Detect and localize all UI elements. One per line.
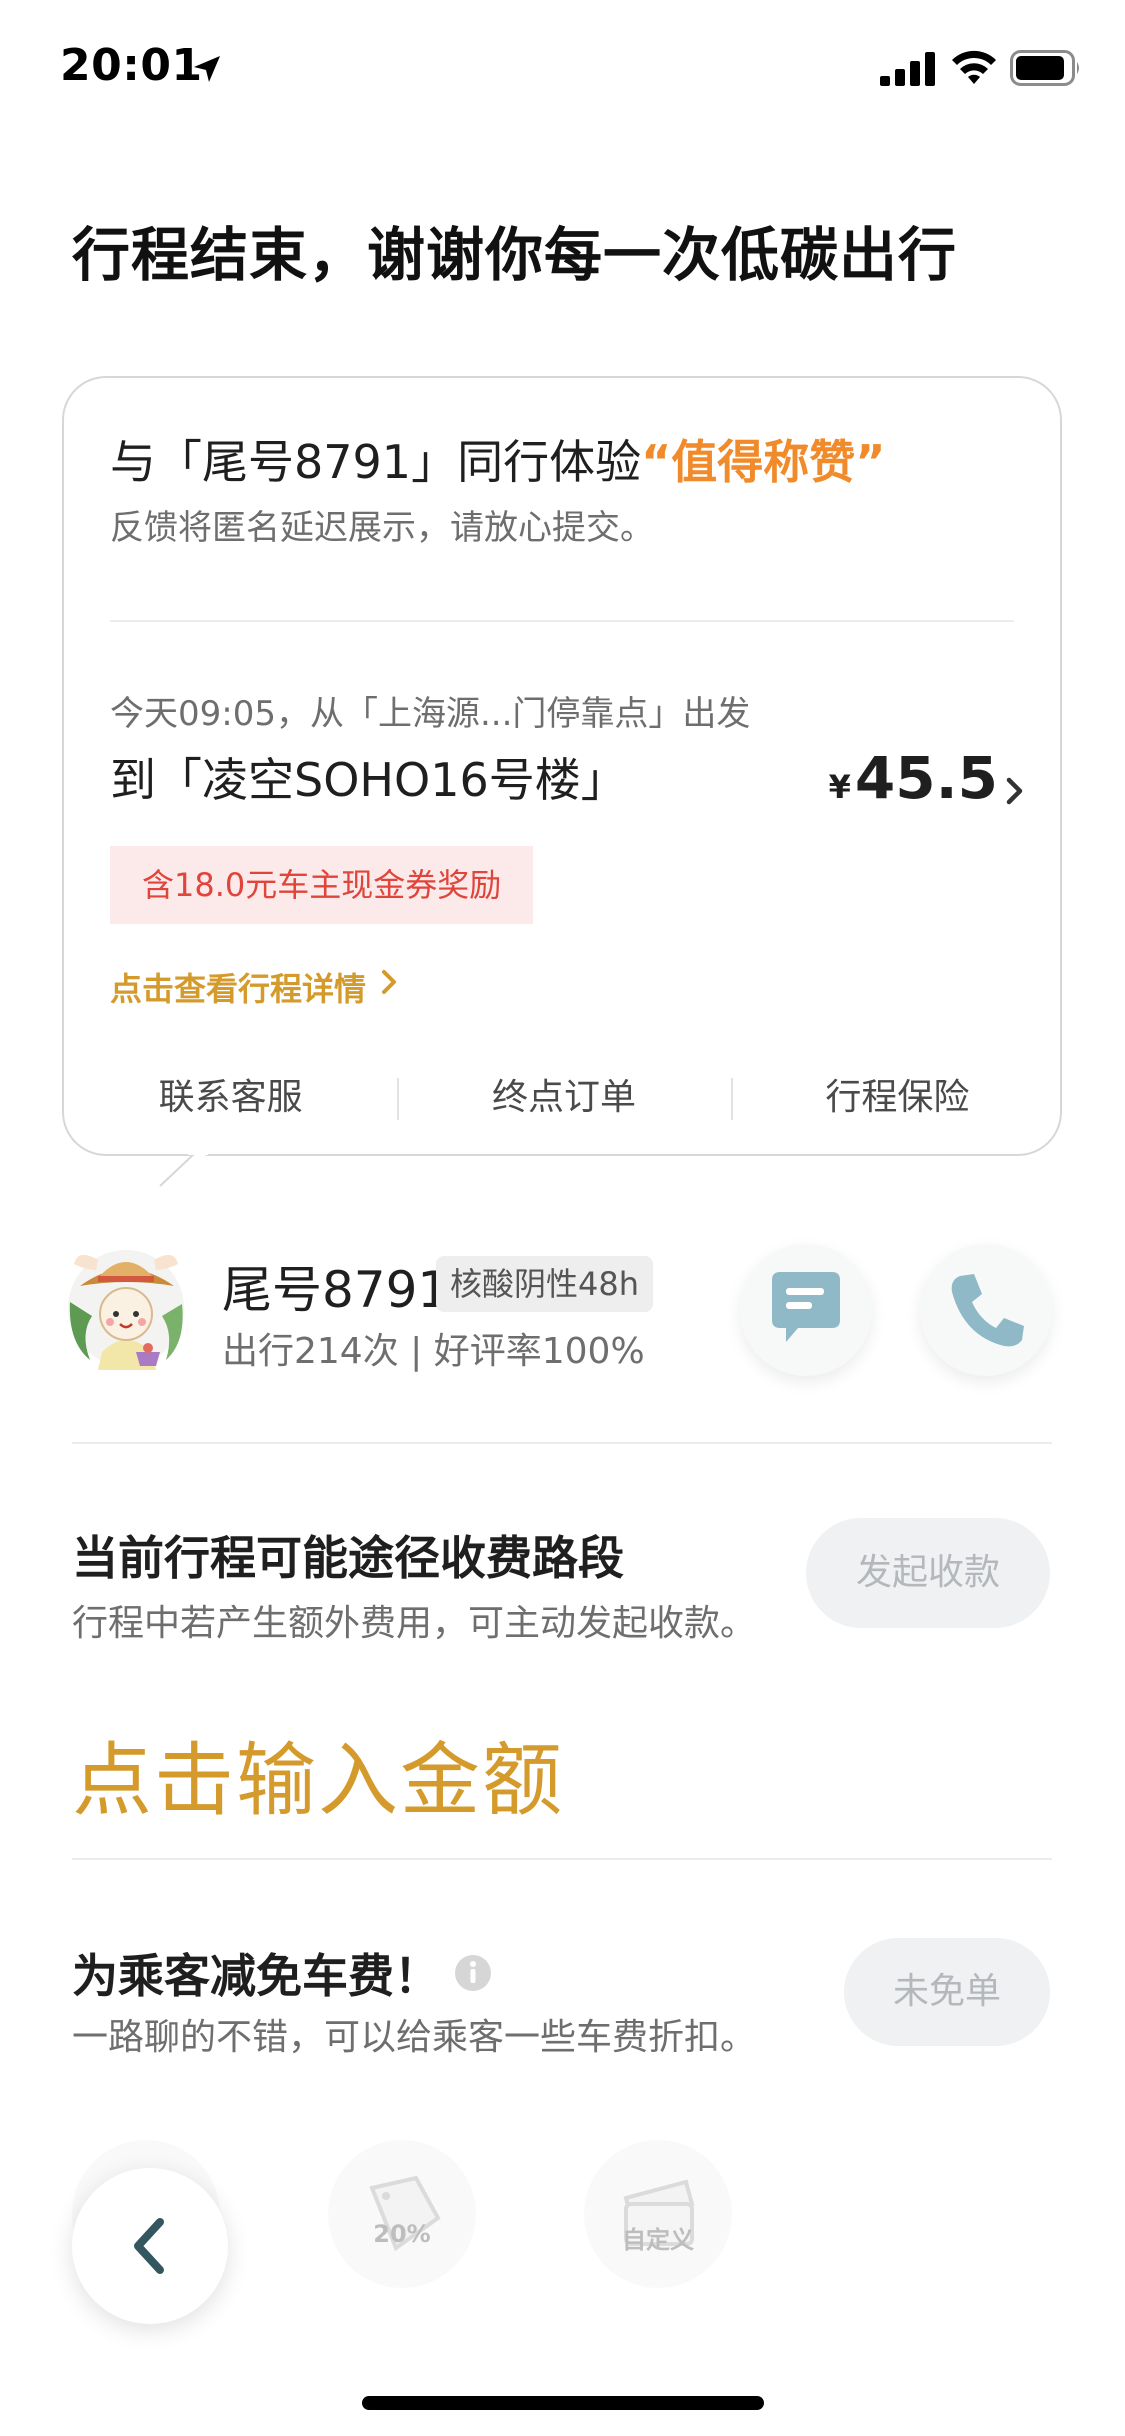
card-bubble-tail [159,1152,208,1187]
back-button[interactable] [72,2168,228,2324]
option-label: 自定义 [622,2226,694,2254]
trip-detail-link[interactable]: 点击查看行程详情 [110,964,366,1010]
driver-stats: 出行214次 | 好评率100% [222,1331,645,1372]
status-bar: 20:01 [0,0,1125,132]
trip-price[interactable]: ¥45.5 [829,744,998,812]
nucleic-test-badge: 核酸阴性48h [436,1256,654,1312]
review-prompt[interactable]: 与「尾号8791」同行体验“值得称赞” [110,426,886,492]
toll-title: 当前行程可能途径收费路段 [72,1531,624,1585]
driver-name: 尾号8791 [222,1261,450,1319]
page-title: 行程结束，谢谢你每一次低碳出行 [72,221,958,289]
battery-icon [1010,50,1079,86]
chat-button[interactable] [740,1244,872,1376]
review-note: 反馈将匿名延迟展示，请放心提交。 [110,508,654,548]
home-indicator[interactable] [362,2396,764,2410]
status-time: 20:01 [60,40,203,91]
phone-button[interactable] [920,1244,1052,1376]
contact-support-button[interactable]: 联系客服 [64,1058,397,1138]
location-arrow-icon [194,56,220,82]
review-highlight: “值得称赞” [641,435,886,489]
discount-option-20[interactable]: 20% [328,2140,476,2288]
wifi-icon [952,50,996,84]
section-divider [72,1442,1052,1444]
chat-icon [772,1272,840,1342]
price-value: 45.5 [854,744,998,812]
chevron-left-icon [134,2218,164,2274]
enter-amount-input[interactable]: 点击输入金额 [72,1716,564,1832]
chevron-right-icon[interactable] [380,968,398,996]
card-divider [110,620,1014,622]
price-currency: ¥ [828,768,851,806]
request-payment-button[interactable]: 发起收款 [806,1518,1050,1628]
discount-title: 为乘客减免车费！ [72,1949,440,2003]
section-divider [72,1858,1052,1860]
chevron-right-icon[interactable] [1004,776,1026,806]
coupon-reward-tag: 含18.0元车主现金券奖励 [110,846,534,924]
info-icon[interactable] [454,1954,492,1992]
toll-subtitle: 行程中若产生额外费用，可主动发起收款。 [72,1603,757,1644]
no-waiver-button[interactable]: 未免单 [844,1938,1050,2046]
discount-option-custom[interactable]: 自定义 [584,2140,732,2288]
phone-icon [951,1274,1024,1347]
review-prompt-text: 与「尾号8791」同行体验 [110,435,642,489]
discount-subtitle: 一路聊的不错，可以给乘客一些车费折扣。 [72,2017,757,2058]
option-label: 20% [373,2220,431,2248]
trip-summary-card: 与「尾号8791」同行体验“值得称赞” 反馈将匿名延迟展示，请放心提交。 今天0… [62,376,1062,1156]
destination-info: 到「凌空SOHO16号楼」 [110,753,627,807]
destination-order-button[interactable]: 终点订单 [397,1058,730,1138]
driver-avatar[interactable] [62,1242,190,1372]
card-actions: 联系客服 终点订单 行程保险 [64,1058,1064,1138]
signal-icon [880,52,935,86]
departure-info: 今天09:05，从「上海源...门停靠点」出发 [110,694,751,734]
trip-insurance-button[interactable]: 行程保险 [730,1058,1064,1138]
